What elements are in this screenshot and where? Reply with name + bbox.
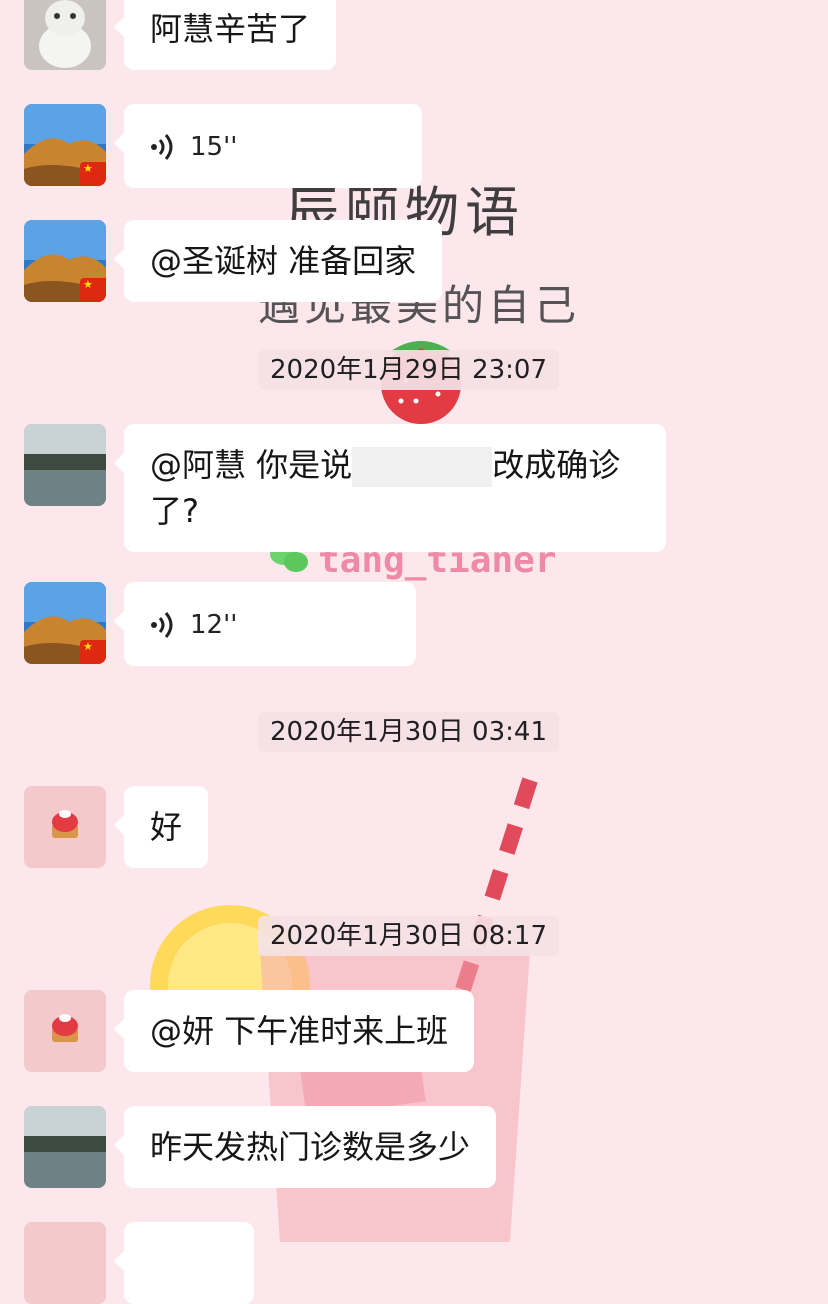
voice-duration: 15'' xyxy=(190,132,238,162)
voice-wave-icon xyxy=(151,612,173,638)
avatar[interactable] xyxy=(24,424,106,506)
river-avatar-icon xyxy=(24,424,106,506)
voice-wave-icon xyxy=(151,134,173,160)
message-bubble[interactable]: @圣诞树 准备回家 xyxy=(113,220,443,302)
avatar[interactable] xyxy=(24,582,106,664)
avatar[interactable] xyxy=(24,990,106,1072)
flag-badge-icon xyxy=(80,278,106,302)
timestamp: 2020年1月29日 23:07 xyxy=(258,350,559,390)
avatar[interactable] xyxy=(24,786,106,868)
voice-duration: 12'' xyxy=(190,610,238,640)
timestamp: 2020年1月30日 03:41 xyxy=(258,712,559,752)
message-text: @圣诞树 准备回家 xyxy=(150,242,417,280)
timestamp: 2020年1月30日 08:17 xyxy=(258,916,559,956)
message-text: 好 xyxy=(150,808,183,846)
message-bubble[interactable]: 好 xyxy=(113,786,209,868)
message-bubble[interactable]: @妍 下午准时来上班 xyxy=(113,990,475,1072)
message-text: 阿慧辛苦了 xyxy=(150,10,311,48)
message-bubble[interactable] xyxy=(114,1222,254,1304)
cat-avatar-icon xyxy=(24,0,106,70)
flag-badge-icon xyxy=(80,640,106,664)
flag-badge-icon xyxy=(80,162,106,186)
avatar[interactable] xyxy=(24,1222,106,1304)
message-text: @妍 下午准时来上班 xyxy=(150,1012,449,1050)
strawberry-cake-avatar-icon xyxy=(52,810,78,838)
avatar[interactable] xyxy=(24,104,106,186)
message-text-part: @阿慧 你是说 xyxy=(150,446,353,484)
message-bubble[interactable]: @阿慧 你是说 改成确诊了? xyxy=(114,424,666,552)
message-bubble[interactable]: 阿慧辛苦了 xyxy=(113,0,337,70)
message-text: 昨天发热门诊数是多少 xyxy=(150,1128,471,1166)
voice-message-bubble[interactable]: 15'' xyxy=(114,104,422,188)
river-avatar-icon xyxy=(24,1106,106,1188)
avatar[interactable] xyxy=(24,220,106,302)
message-bubble[interactable]: 昨天发热门诊数是多少 xyxy=(113,1106,497,1188)
voice-message-bubble[interactable]: 12'' xyxy=(114,582,416,666)
strawberry-cake-avatar-icon xyxy=(52,1014,78,1042)
avatar[interactable] xyxy=(24,1106,106,1188)
redacted-block xyxy=(352,447,493,487)
avatar[interactable] xyxy=(24,0,106,70)
